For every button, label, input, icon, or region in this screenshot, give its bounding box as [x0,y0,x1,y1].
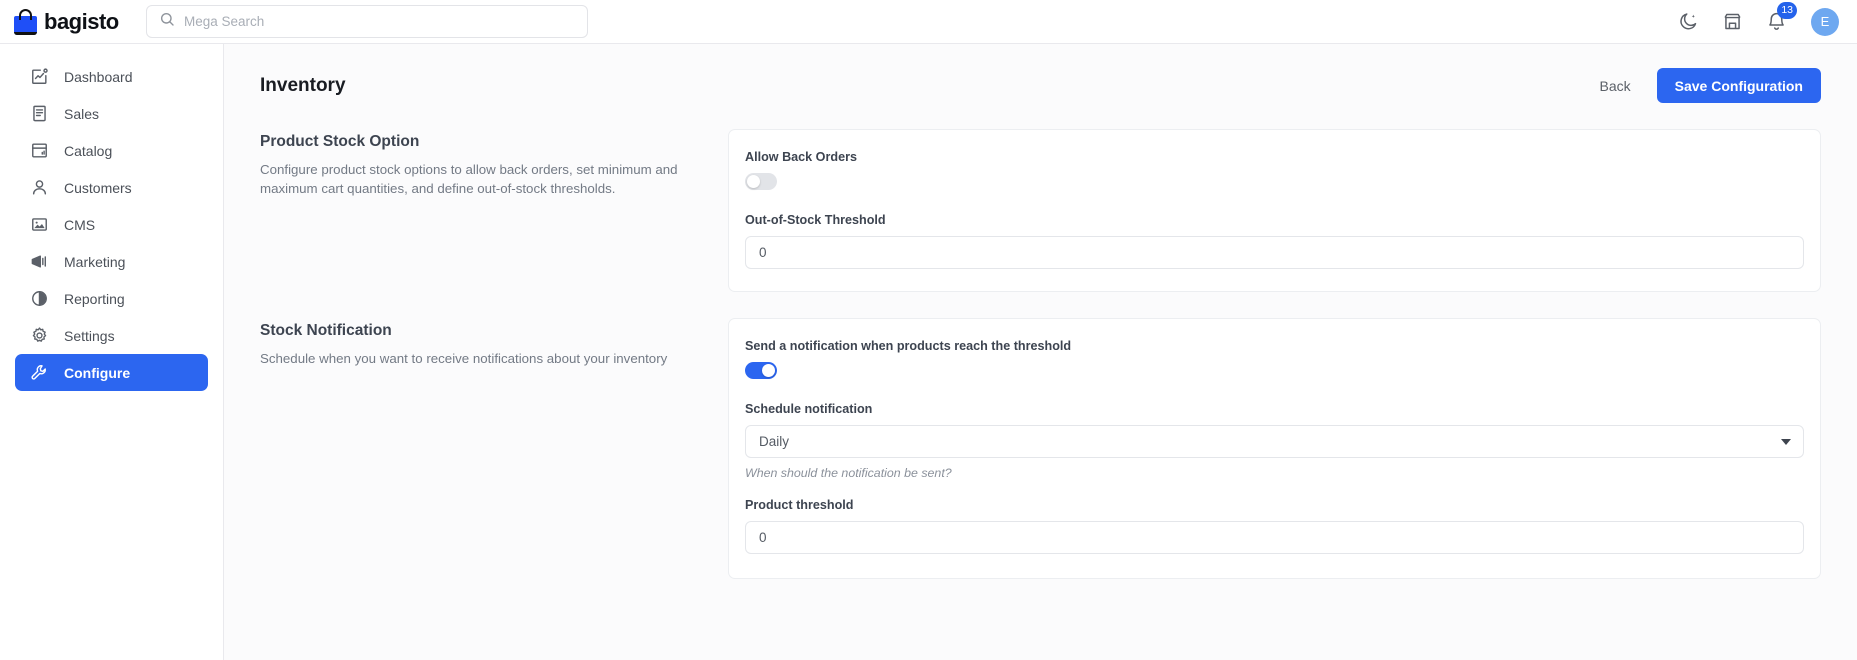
field-allow-back-orders: Allow Back Orders [745,150,1804,195]
sidebar-item-label: Catalog [64,144,112,158]
field-out-of-stock-threshold: Out-of-Stock Threshold [745,213,1804,269]
section-title: Stock Notification [260,322,688,340]
schedule-notification-label: Schedule notification [745,402,1804,416]
wrench-icon [29,363,49,383]
moon-icon[interactable] [1677,11,1699,33]
gear-icon [29,326,49,346]
section-description: Schedule when you want to receive notifi… [260,349,688,368]
sidebar-item-dashboard[interactable]: Dashboard [15,58,208,95]
main-content: Inventory Back Save Configuration Produc… [224,44,1857,660]
page-header: Inventory Back Save Configuration [224,44,1857,103]
sidebar-item-marketing[interactable]: Marketing [15,243,208,280]
sidebar-item-label: Reporting [64,292,125,306]
dashboard-chart-icon [29,67,49,87]
product-threshold-input[interactable] [745,521,1804,554]
send-notification-toggle[interactable] [745,362,777,379]
user-icon [29,178,49,198]
section-product-stock-option: Product Stock Option Configure product s… [224,103,1857,292]
notification-count-badge: 13 [1777,2,1797,19]
bell-icon[interactable]: 13 [1765,11,1787,33]
product-stock-option-card: Allow Back Orders Out-of-Stock Threshold [728,129,1821,292]
search-icon [159,11,175,32]
avatar[interactable]: E [1811,8,1839,36]
sidebar-item-label: Settings [64,329,115,343]
schedule-notification-select[interactable]: Daily [745,425,1804,458]
app-root: bagisto [0,0,1857,660]
brand-logo[interactable]: bagisto [14,9,124,35]
brand-name: bagisto [44,9,119,35]
sidebar-item-label: Customers [64,181,132,195]
out-of-stock-threshold-label: Out-of-Stock Threshold [745,213,1804,227]
page-title: Inventory [260,75,346,97]
top-bar: bagisto [0,0,1857,44]
catalog-window-icon [29,141,49,161]
stock-notification-card: Send a notification when products reach … [728,318,1821,579]
body-row: Dashboard Sales Catalo [0,44,1857,660]
megaphone-icon [29,252,49,272]
document-list-icon [29,104,49,124]
shopping-bag-icon [14,9,37,35]
sidebar-item-label: Dashboard [64,70,133,84]
sidebar-item-configure[interactable]: Configure [15,354,208,391]
sidebar-item-cms[interactable]: CMS [15,206,208,243]
schedule-notification-hint: When should the notification be sent? [745,466,1804,480]
back-button[interactable]: Back [1600,78,1631,94]
sidebar-item-settings[interactable]: Settings [15,317,208,354]
sidebar-item-customers[interactable]: Customers [15,169,208,206]
section-description-block: Product Stock Option Configure product s… [260,129,728,292]
store-front-icon[interactable] [1721,11,1743,33]
sidebar: Dashboard Sales Catalo [0,44,224,660]
pie-chart-icon [29,289,49,309]
sidebar-item-reporting[interactable]: Reporting [15,280,208,317]
save-configuration-button[interactable]: Save Configuration [1657,68,1821,103]
sidebar-item-catalog[interactable]: Catalog [15,132,208,169]
sidebar-item-sales[interactable]: Sales [15,95,208,132]
sidebar-item-label: Sales [64,107,99,121]
sidebar-item-label: Configure [64,366,130,380]
section-description-block: Stock Notification Schedule when you wan… [260,318,728,579]
out-of-stock-threshold-input[interactable] [745,236,1804,269]
allow-back-orders-label: Allow Back Orders [745,150,1804,164]
image-icon [29,215,49,235]
allow-back-orders-toggle[interactable] [745,173,777,190]
field-send-notification: Send a notification when products reach … [745,339,1804,384]
search-bar[interactable] [146,5,588,38]
section-stock-notification: Stock Notification Schedule when you wan… [224,292,1857,579]
search-input[interactable] [184,14,575,29]
sidebar-item-label: CMS [64,218,95,232]
section-description: Configure product stock options to allow… [260,160,688,199]
top-bar-actions: 13 E [1677,8,1839,36]
field-schedule-notification: Schedule notification Daily When should … [745,402,1804,480]
field-product-threshold: Product threshold [745,498,1804,554]
page-header-actions: Back Save Configuration [1600,68,1821,103]
sidebar-item-label: Marketing [64,255,125,269]
section-title: Product Stock Option [260,133,688,151]
product-threshold-label: Product threshold [745,498,1804,512]
send-notification-label: Send a notification when products reach … [745,339,1804,353]
